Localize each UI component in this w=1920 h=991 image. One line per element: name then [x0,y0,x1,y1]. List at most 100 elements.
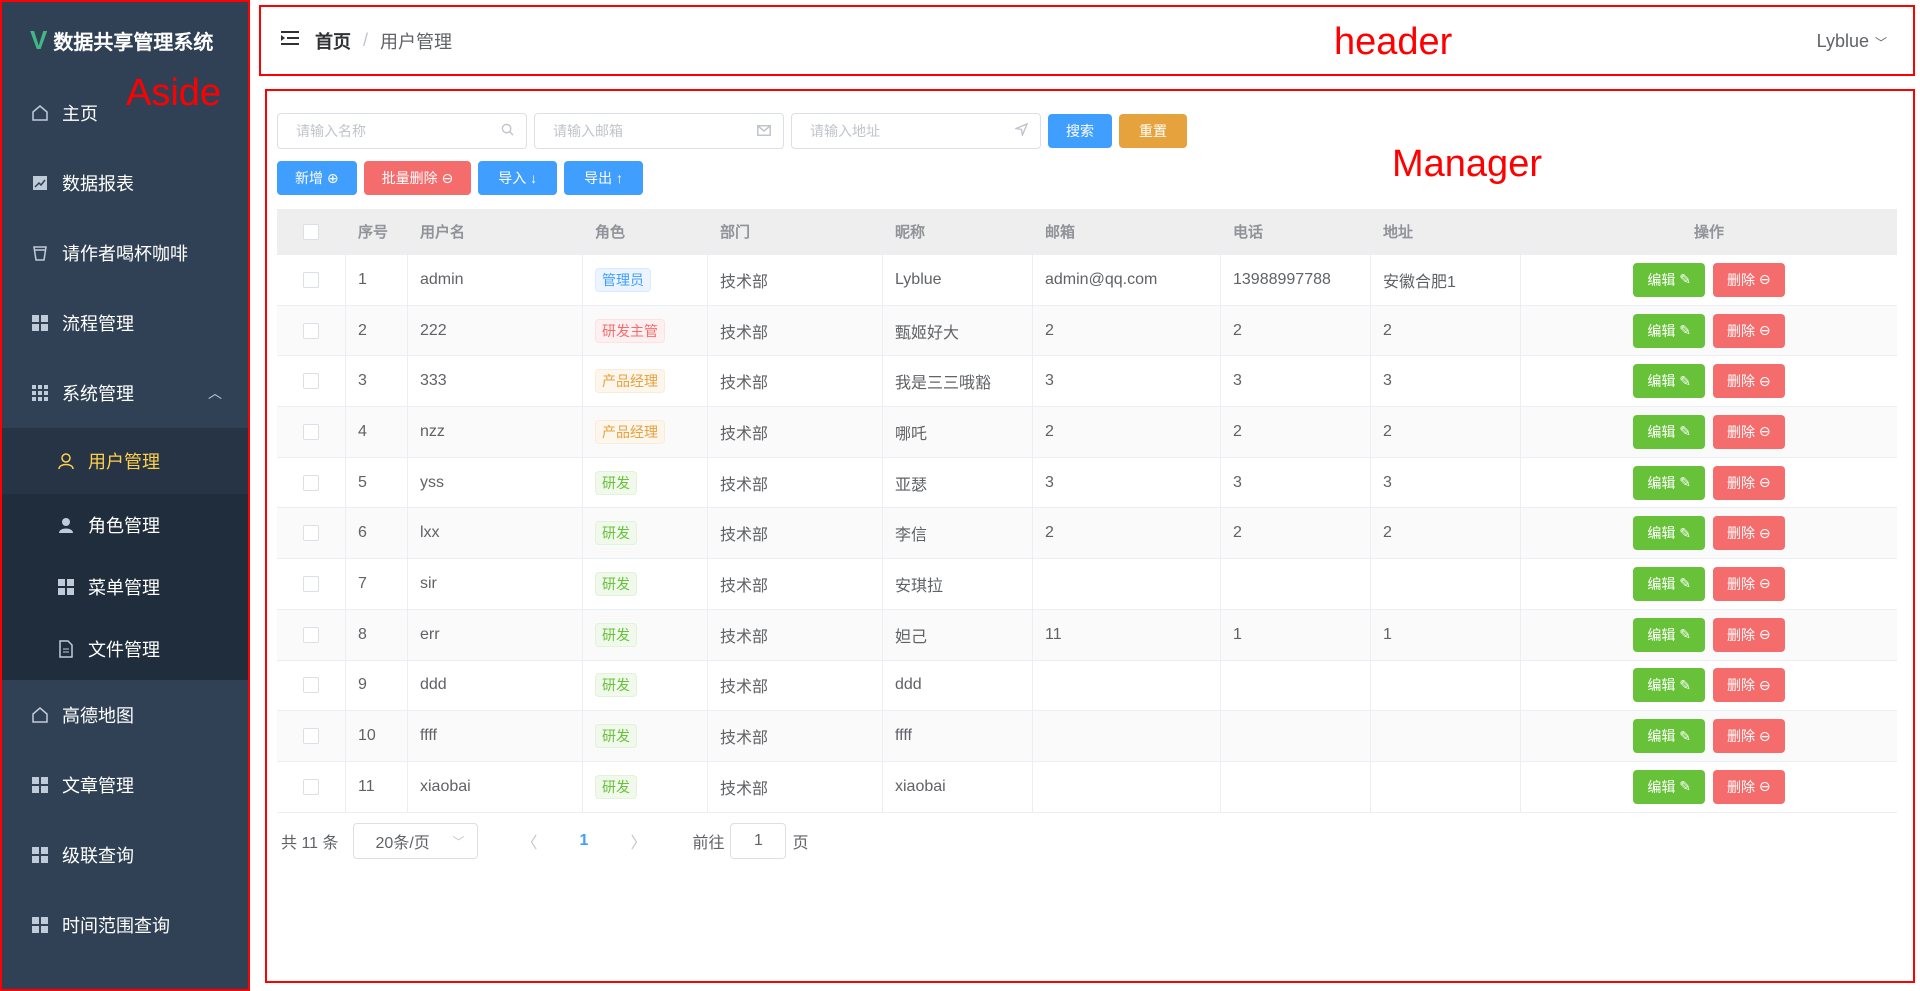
cell-actions: 编辑 ✎ 删除 ⊖ [1521,306,1897,356]
delete-button[interactable]: 删除 ⊖ [1713,313,1785,348]
edit-button[interactable]: 编辑 ✎ [1633,769,1705,804]
row-checkbox[interactable] [303,423,319,440]
sidebar-item-coffee[interactable]: 请作者喝杯咖啡 [2,218,248,288]
edit-button[interactable]: 编辑 ✎ [1633,414,1705,449]
cell-address: 安徽合肥1 [1371,255,1521,305]
sidebar-item-home[interactable]: 主页 [2,78,248,148]
cell-role: 研发 [583,711,708,761]
column-header[interactable]: 部门 [708,209,883,254]
sidebar-item-system[interactable]: 系统管理 ︿ [2,358,248,428]
role-tag: 产品经理 [595,419,665,444]
edit-button[interactable]: 编辑 ✎ [1633,617,1705,652]
row-checkbox[interactable] [303,474,319,491]
sidebar-item-roles[interactable]: 角色管理 [2,494,248,556]
cell-actions: 编辑 ✎ 删除 ⊖ [1521,711,1897,761]
edit-button[interactable]: 编辑 ✎ [1633,668,1705,703]
search-button[interactable]: 搜索 [1048,114,1112,148]
delete-button[interactable]: 删除 ⊖ [1713,719,1785,754]
column-header[interactable]: 邮箱 [1033,209,1221,254]
sidebar-item-map[interactable]: 高德地图 [2,680,248,750]
import-button[interactable]: 导入 ↓ [478,161,558,195]
sidebar-item-files[interactable]: 文件管理 [2,618,248,680]
row-checkbox[interactable] [303,728,319,745]
page-size-select[interactable]: 20条/页 ﹀ [352,823,478,859]
delete-button[interactable]: 删除 ⊖ [1713,566,1785,601]
sidebar-item-articles[interactable]: 文章管理 [2,750,248,820]
next-page-button[interactable]: 〉 [630,829,646,853]
page-number[interactable]: 1 [580,832,589,850]
batch-delete-button[interactable]: 批量删除 ⊖ [363,161,472,195]
sidebar-item-process[interactable]: 流程管理 [2,288,248,358]
edit-button[interactable]: 编辑 ✎ [1633,262,1705,297]
delete-button[interactable]: 删除 ⊖ [1713,617,1785,652]
select-all-checkbox[interactable] [303,223,319,240]
email-search-input[interactable]: 请输入邮箱 [534,113,784,149]
edit-icon: ✎ [1679,626,1691,643]
role-tag: 研发 [595,724,637,749]
app-logo[interactable]: V 数据共享管理系统 [2,2,248,78]
column-header[interactable]: 昵称 [883,209,1033,254]
column-header[interactable]: 序号 [346,209,408,254]
prev-page-button[interactable]: 〈 [522,829,538,853]
role-tag: 管理员 [595,267,651,292]
column-header[interactable]: 用户名 [408,209,583,254]
row-checkbox[interactable] [303,373,319,390]
edit-button[interactable]: 编辑 ✎ [1633,313,1705,348]
cell-address: 3 [1371,457,1521,508]
role-tag: 研发 [595,774,637,799]
row-checkbox[interactable] [303,677,319,694]
reset-button[interactable]: 重置 [1119,114,1187,148]
row-checkbox[interactable] [303,271,319,288]
row-checkbox[interactable] [303,575,319,592]
column-header[interactable]: 角色 [583,209,708,254]
page-jump-input[interactable]: 1 [730,823,787,859]
page-jumper: 前往 1 页 [692,823,808,859]
column-header[interactable]: 电话 [1221,209,1371,254]
delete-button[interactable]: 删除 ⊖ [1713,516,1785,551]
add-button[interactable]: 新增 ⊕ [277,161,357,195]
row-checkbox[interactable] [303,778,319,795]
role-tag: 研发 [595,673,637,698]
user-dropdown[interactable]: Lyblue ﹀ [1817,31,1887,52]
delete-button[interactable]: 删除 ⊖ [1713,414,1785,449]
cell-actions: 编辑 ✎ 删除 ⊖ [1521,356,1897,406]
edit-icon: ✎ [1679,474,1691,491]
address-search-input[interactable]: 请输入地址 [791,113,1041,149]
row-checkbox[interactable] [303,626,319,643]
edit-button[interactable]: 编辑 ✎ [1633,465,1705,500]
edit-button[interactable]: 编辑 ✎ [1633,566,1705,601]
sidebar-item-label: 流程管理 [62,314,134,334]
edit-button[interactable]: 编辑 ✎ [1633,516,1705,551]
cell-nickname: 安琪拉 [883,559,1033,609]
minus-circle-icon: ⊖ [1758,524,1771,541]
sidebar-item-reports[interactable]: 数据报表 [2,148,248,218]
breadcrumb-home[interactable]: 首页 [315,28,351,54]
row-select-cell [277,305,346,356]
cell-email [1033,761,1221,812]
menu-fold-icon[interactable] [281,31,301,50]
delete-button[interactable]: 删除 ⊖ [1713,262,1785,297]
cell-address: 2 [1371,407,1521,457]
delete-button[interactable]: 删除 ⊖ [1713,364,1785,399]
edit-button[interactable]: 编辑 ✎ [1633,364,1705,399]
delete-button[interactable]: 删除 ⊖ [1713,668,1785,703]
cell-username: admin [408,255,583,305]
row-checkbox[interactable] [303,525,319,542]
sidebar-item-menus[interactable]: 菜单管理 [2,556,248,618]
edit-button[interactable]: 编辑 ✎ [1633,719,1705,754]
row-checkbox[interactable] [303,322,319,339]
cell-username: nzz [408,407,583,457]
delete-button[interactable]: 删除 ⊖ [1713,769,1785,804]
home-icon [30,103,50,123]
manager-panel: Manager 请输入名称 请输入邮箱 请输入地址 搜索 重置 新增 ⊕ 批量删… [265,89,1915,983]
delete-button[interactable]: 删除 ⊖ [1713,465,1785,500]
sidebar-item-cascade[interactable]: 级联查询 [2,820,248,890]
minus-circle-icon: ⊖ [1758,676,1771,693]
sidebar-item-users[interactable]: 用户管理 [2,428,248,494]
name-search-input[interactable]: 请输入名称 [277,113,527,149]
export-button[interactable]: 导出 ↑ [564,161,644,195]
table-body: 1 admin 管理员 技术部 Lyblue admin@qq.com 1398899778… [277,255,1897,813]
sidebar-item-timerange[interactable]: 时间范围查询 [2,890,248,960]
column-header[interactable]: 地址 [1371,209,1521,254]
cell-phone: 3 [1221,356,1371,407]
